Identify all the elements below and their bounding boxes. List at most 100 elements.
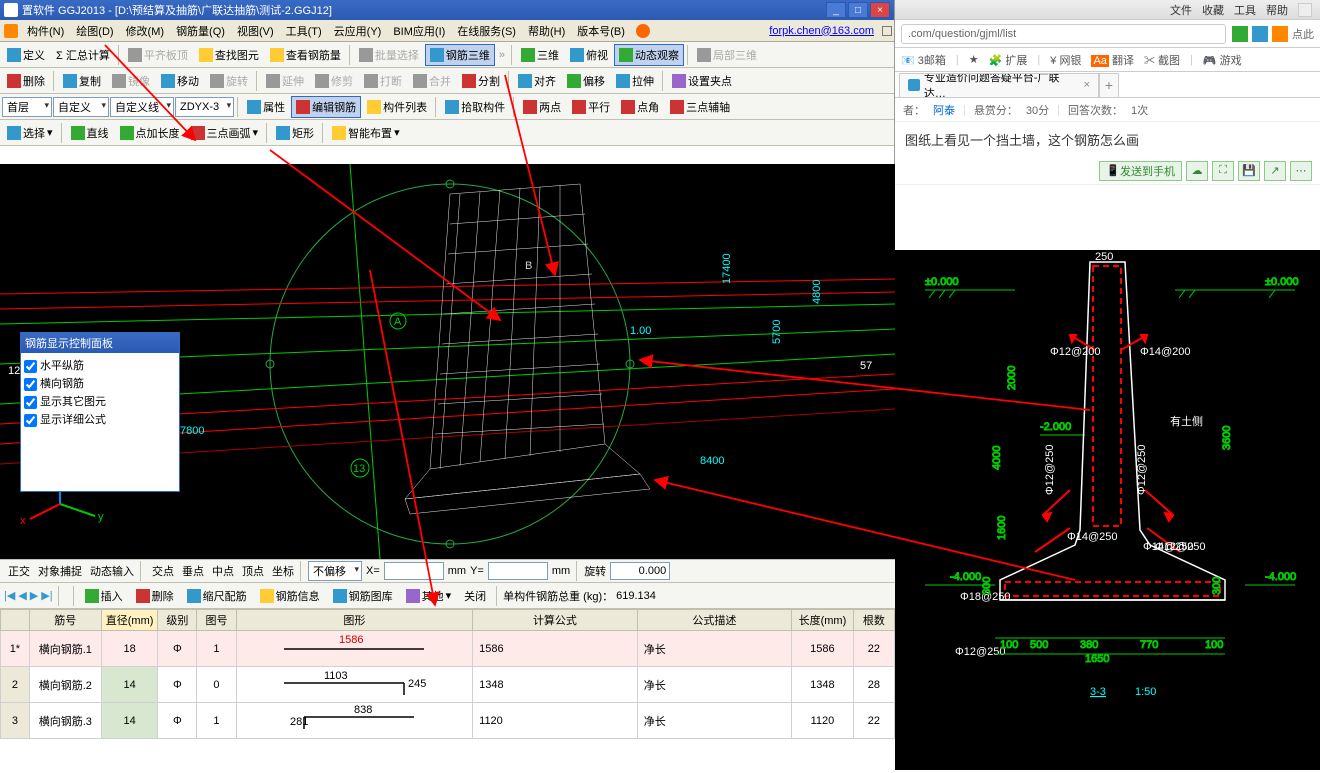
ext-puzzle[interactable]: 🧩 扩展: [989, 52, 1028, 68]
threept-button[interactable]: 三点辅轴: [665, 96, 735, 118]
complist-button[interactable]: 构件列表: [362, 96, 432, 118]
delete-button[interactable]: 删除: [2, 70, 50, 92]
insert-button[interactable]: 插入: [80, 585, 128, 607]
opt-formula[interactable]: 显示详细公式: [24, 410, 176, 428]
extend-button[interactable]: 延伸: [261, 70, 309, 92]
other-button[interactable]: 其他▾: [401, 585, 457, 607]
menu-draw[interactable]: 绘图(D): [71, 21, 118, 41]
nav-first[interactable]: |◀: [4, 589, 15, 602]
break-button[interactable]: 打断: [359, 70, 407, 92]
scale-rebar-button[interactable]: 缩尺配筋: [182, 585, 252, 607]
snap-cross[interactable]: 交点: [152, 563, 174, 579]
arc-button[interactable]: 三点画弧▾: [186, 122, 264, 144]
table-row[interactable]: 2横向钢筋.214Φ011032451348净长134828: [1, 667, 895, 703]
offset-combo[interactable]: 不偏移: [308, 561, 362, 581]
rebar-lib-button[interactable]: 钢筋图库: [328, 585, 398, 607]
code-combo[interactable]: ZDYX-3: [175, 97, 234, 117]
col-calc[interactable]: 计算公式: [473, 610, 638, 631]
customline-combo[interactable]: 自定义线: [110, 97, 174, 117]
ext-bank[interactable]: ¥ 网银: [1050, 52, 1081, 68]
menu-rebar[interactable]: 钢筋量(Q): [171, 21, 230, 41]
cloud-icon[interactable]: ☁: [1186, 161, 1208, 181]
menu-version[interactable]: 版本号(B): [572, 21, 630, 41]
ext-game[interactable]: 🎮 游戏: [1203, 52, 1242, 68]
table-row[interactable]: 3横向钢筋.314Φ18382811120净长112022: [1, 703, 895, 739]
url-field[interactable]: .com/question/gjml/list: [901, 24, 1226, 44]
view-3d-button[interactable]: 三维: [516, 44, 564, 66]
align-button[interactable]: 对齐: [513, 70, 561, 92]
snap-mid[interactable]: 中点: [212, 563, 234, 579]
line-button[interactable]: 直线: [66, 122, 114, 144]
offset-button[interactable]: 偏移: [562, 70, 610, 92]
menu-bim[interactable]: BIM应用(I): [388, 21, 450, 41]
perspective-button[interactable]: 俯视: [565, 44, 613, 66]
rect-button[interactable]: 矩形: [271, 122, 319, 144]
y-input[interactable]: [488, 562, 548, 580]
find-button[interactable]: 查找图元: [194, 44, 264, 66]
select-button[interactable]: 选择▾: [2, 122, 58, 144]
addlen-button[interactable]: 点加长度: [115, 122, 185, 144]
col-desc[interactable]: 公式描述: [637, 610, 791, 631]
flat-button[interactable]: 平齐板顶: [123, 44, 193, 66]
opt-other[interactable]: 显示其它图元: [24, 392, 176, 410]
col-dia[interactable]: 直径(mm): [101, 610, 158, 631]
secure-icon[interactable]: [1232, 26, 1248, 42]
expand-icon[interactable]: ⛶: [1212, 161, 1234, 181]
send-to-phone-button[interactable]: 📱 发送到手机: [1099, 161, 1182, 181]
col-lvl[interactable]: 级别: [158, 610, 197, 631]
more-icon[interactable]: ⋯: [1290, 161, 1312, 181]
move-button[interactable]: 移动: [156, 70, 204, 92]
rebar-3d-button[interactable]: 钢筋三维: [425, 44, 495, 66]
ext-screenshot[interactable]: ✂ 截图: [1144, 52, 1180, 68]
split-button[interactable]: 分割: [457, 70, 505, 92]
ext-translate[interactable]: Aa 翻译: [1091, 52, 1134, 68]
col-len[interactable]: 长度(mm): [792, 610, 854, 631]
ptang-button[interactable]: 点角: [616, 96, 664, 118]
sum-button[interactable]: Σ 汇总计算: [51, 44, 115, 66]
snap-coord[interactable]: 坐标: [272, 563, 294, 579]
define-button[interactable]: 定义: [2, 44, 50, 66]
rebar-info-button[interactable]: 钢筋信息: [255, 585, 325, 607]
dyn-toggle[interactable]: 动态输入: [90, 563, 134, 579]
share-icon[interactable]: ↗: [1264, 161, 1286, 181]
local-3d-button[interactable]: 局部三维: [692, 44, 762, 66]
rotate-button[interactable]: 旋转: [205, 70, 253, 92]
smart-button[interactable]: 智能布置▾: [327, 122, 405, 144]
copy-button[interactable]: 复制: [58, 70, 106, 92]
menu-modify[interactable]: 修改(M): [121, 21, 170, 41]
bmenu-fav[interactable]: 收藏: [1202, 2, 1224, 18]
trim-button[interactable]: 修剪: [310, 70, 358, 92]
merge-button[interactable]: 合并: [408, 70, 456, 92]
bmenu-help[interactable]: 帮助: [1266, 2, 1288, 18]
snap-apex[interactable]: 顶点: [242, 563, 264, 579]
new-tab-button[interactable]: +: [1099, 73, 1119, 97]
qr-icon[interactable]: [1252, 26, 1268, 42]
nav-next[interactable]: ▶: [30, 589, 38, 602]
browser-menu-icon[interactable]: [1298, 3, 1312, 17]
bmenu-file[interactable]: 文件: [1170, 2, 1192, 18]
save-icon[interactable]: 💾: [1238, 161, 1260, 181]
batch-select-button[interactable]: 批量选择: [354, 44, 424, 66]
x-input[interactable]: [384, 562, 444, 580]
notify-icon[interactable]: [636, 24, 650, 38]
snap-perp[interactable]: 垂点: [182, 563, 204, 579]
ext-mail[interactable]: 📧 3邮箱: [901, 52, 946, 68]
parallel-button[interactable]: 平行: [567, 96, 615, 118]
osnap-toggle[interactable]: 对象捕捉: [38, 563, 82, 579]
user-dropdown-icon[interactable]: [882, 26, 892, 36]
col-cnt[interactable]: 根数: [853, 610, 894, 631]
close-panel-button[interactable]: 关闭: [459, 585, 491, 607]
edit-rebar-button[interactable]: 编辑钢筋: [291, 96, 361, 118]
custom-combo[interactable]: 自定义: [53, 97, 109, 117]
bmenu-tools[interactable]: 工具: [1234, 2, 1256, 18]
dyn-observe-button[interactable]: 动态观察: [614, 44, 684, 66]
menu-tools[interactable]: 工具(T): [281, 21, 327, 41]
browser-tab[interactable]: 专业造价问题答疑平台-广联达… ×: [899, 73, 1099, 97]
rot-input[interactable]: [610, 562, 670, 580]
user-link[interactable]: forpk.chen@163.com: [763, 25, 880, 37]
rebar-qty-button[interactable]: 查看钢筋量: [265, 44, 346, 66]
ortho-toggle[interactable]: 正交: [8, 563, 30, 579]
setclamp-button[interactable]: 设置夹点: [667, 70, 737, 92]
delete-row-button[interactable]: 删除: [131, 585, 179, 607]
opt-transverse[interactable]: 横向钢筋: [24, 374, 176, 392]
